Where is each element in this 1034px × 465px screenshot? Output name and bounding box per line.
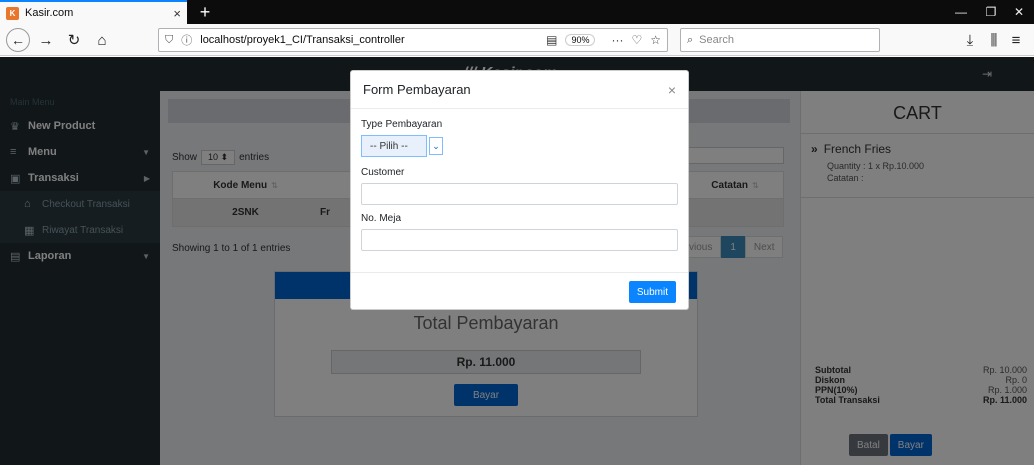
url-text: localhost/proyek1_CI/Transaksi_controlle… (200, 34, 405, 46)
reload-button[interactable]: ↻ (62, 28, 86, 52)
customer-label: Customer (361, 167, 405, 178)
browser-navbar: ← → ↻ ⌂ ⛉ ⓘ localhost/proyek1_CI/Transak… (0, 24, 1034, 56)
page-actions-icon[interactable]: ··· (611, 33, 623, 47)
menu-icon[interactable]: ≡ (1004, 28, 1028, 52)
back-button[interactable]: ← (6, 28, 30, 52)
window-close-button[interactable]: ✕ (1004, 0, 1034, 24)
modal-footer: Submit (351, 272, 688, 309)
modal-close-button[interactable]: × (668, 82, 676, 98)
kasir-favicon-icon: K (6, 6, 19, 20)
browser-tabbar: K Kasir.com × + — ❐ ✕ (0, 0, 1034, 24)
minimize-button[interactable]: — (946, 0, 976, 24)
info-icon[interactable]: ⓘ (181, 32, 192, 48)
browser-tab[interactable]: K Kasir.com × (0, 0, 187, 24)
home-button[interactable]: ⌂ (90, 28, 114, 52)
payment-form-modal: Form Pembayaran × Type Pembayaran -- Pil… (350, 70, 689, 310)
search-placeholder: Search (699, 34, 735, 46)
forward-button[interactable]: → (34, 28, 58, 52)
search-bar[interactable]: ⌕ Search (680, 28, 880, 52)
customer-input[interactable] (361, 183, 678, 205)
no-meja-input[interactable] (361, 229, 678, 251)
tab-title: Kasir.com (25, 7, 74, 19)
modal-header: Form Pembayaran × (351, 71, 688, 109)
modal-title: Form Pembayaran (363, 82, 471, 97)
library-icon[interactable]: ⫼ (982, 28, 1006, 52)
url-bar[interactable]: ⛉ ⓘ localhost/proyek1_CI/Transaksi_contr… (158, 28, 668, 52)
downloads-icon[interactable]: ⤓ (958, 28, 982, 52)
restore-button[interactable]: ❐ (976, 0, 1006, 24)
pocket-icon[interactable]: ♡ (631, 33, 642, 47)
reader-view-icon[interactable]: ▤ (546, 33, 557, 47)
submit-button[interactable]: Submit (628, 281, 676, 303)
new-tab-button[interactable]: + (194, 0, 216, 24)
chevron-down-icon[interactable]: ⌄ (429, 137, 443, 155)
shield-icon: ⛉ (165, 33, 174, 46)
type-pembayaran-value[interactable]: -- Pilih -- (361, 135, 427, 157)
no-meja-label: No. Meja (361, 213, 402, 224)
type-pembayaran-select[interactable]: -- Pilih -- ⌄ (361, 135, 678, 157)
tab-close-button[interactable]: × (173, 6, 181, 21)
zoom-level[interactable]: 90% (565, 34, 596, 46)
modal-body: Type Pembayaran -- Pilih -- ⌄ Customer N… (351, 109, 688, 251)
search-icon: ⌕ (687, 33, 694, 46)
type-pembayaran-label: Type Pembayaran (361, 119, 443, 130)
bookmark-star-icon[interactable]: ☆ (650, 33, 661, 47)
